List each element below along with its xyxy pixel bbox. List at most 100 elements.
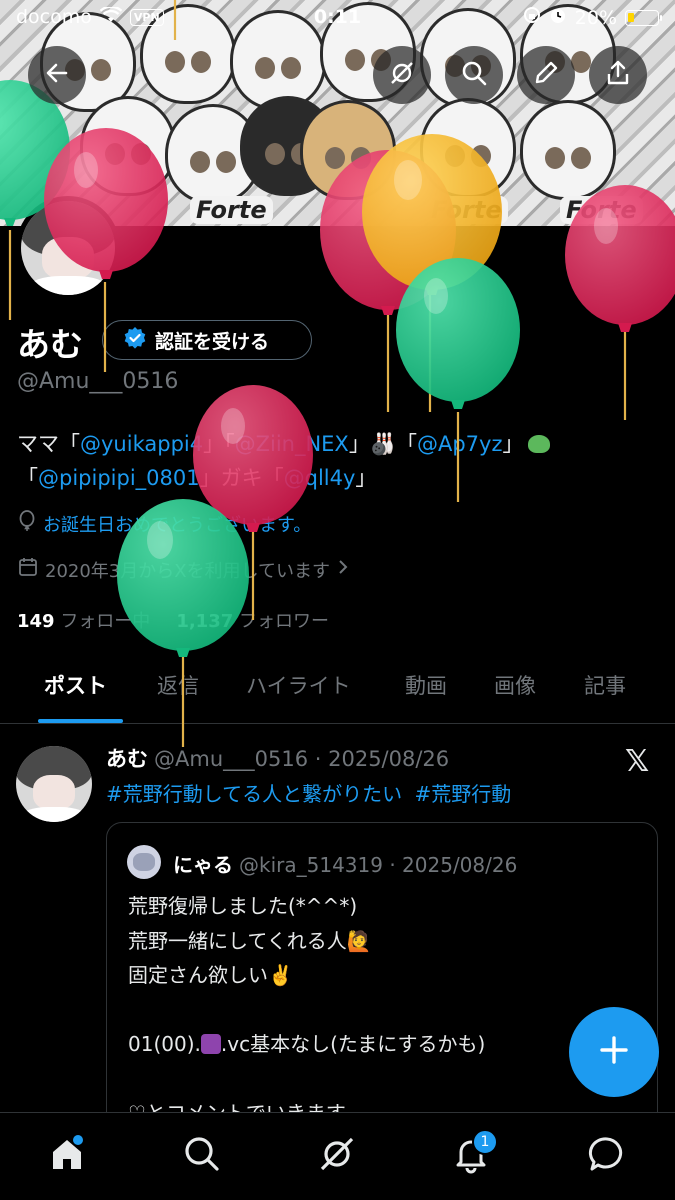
chevron-right-icon — [336, 559, 350, 580]
followers-count: 1,137 — [176, 611, 234, 632]
post-date[interactable]: · 2025/08/26 — [315, 747, 449, 771]
search-icon — [182, 1134, 222, 1178]
banner-logo-text: Forte — [190, 196, 273, 224]
messages-icon — [587, 1134, 627, 1178]
banner-logo-text: Forte — [560, 196, 643, 224]
status-bar: docomo VPN 0:11 20% — [0, 0, 675, 36]
bio-mention-link[interactable]: @Ap7yz — [417, 432, 503, 456]
bio-mention-link[interactable]: @Ziin_NEX — [235, 432, 349, 456]
calendar-icon — [17, 556, 39, 583]
grok-button[interactable] — [373, 46, 431, 104]
tab-articles[interactable]: 記事 — [584, 670, 626, 700]
post-author-handle[interactable]: @Amu___0516 — [154, 747, 308, 771]
balloon-icon — [17, 510, 37, 537]
compose-post-button[interactable] — [569, 1007, 659, 1097]
avatar-shirt — [22, 806, 86, 822]
tab-replies[interactable]: 返信 — [157, 670, 199, 700]
quoted-line: 荒野一緒にしてくれる人🙋 — [128, 928, 372, 953]
profile-tabs: ポスト 返信 ハイライト 動画 画像 記事 — [0, 660, 675, 724]
quoted-header: にゃる @kira_514319 · 2025/08/26 — [173, 849, 517, 878]
tab-highlights[interactable]: ハイライト — [246, 670, 351, 700]
profile-bio: ママ「@yuikappi4」「@Ziin_NEX」🎳「@Ap7yz」 「@pip… — [17, 427, 657, 495]
bio-text: 」 — [203, 432, 225, 456]
active-tab-indicator — [38, 719, 123, 723]
tab-photos[interactable]: 画像 — [494, 670, 536, 700]
tab-posts[interactable]: ポスト — [44, 670, 107, 700]
grok-icon — [388, 59, 416, 91]
new-posts-dot — [73, 1135, 83, 1145]
followers-label: フォロワー — [238, 611, 329, 632]
followers-link[interactable]: 1,137 フォロワー — [176, 607, 329, 633]
battery-percent: 20% — [574, 6, 617, 29]
quoted-line: 荒野復帰しました(*^^*) — [128, 894, 358, 918]
post-author-name[interactable]: あむ — [106, 747, 148, 771]
quoted-text: 荒野復帰しました(*^^*) 荒野一緒にしてくれる人🙋 固定さん欲しい✌️ 01(0… — [128, 889, 648, 1131]
notifications-badge: 1 — [472, 1129, 498, 1155]
restroom-emoji — [200, 1034, 221, 1054]
quoted-author-name: にゃる — [173, 853, 233, 877]
get-verified-label: 認証を受ける — [155, 330, 270, 353]
bio-text: ママ「 — [17, 432, 80, 456]
follow-stats: 149 フォロー中 1,137 フォロワー — [17, 607, 329, 633]
following-count: 149 — [17, 611, 55, 632]
tab-videos[interactable]: 動画 — [405, 670, 447, 700]
birthday-text: お誕生日おめでとうございます。 — [43, 514, 312, 536]
quoted-blank-line — [128, 993, 648, 1028]
profile-name: あむ — [17, 325, 83, 364]
back-arrow-icon — [44, 60, 70, 90]
banner-character — [520, 100, 616, 200]
joined-text: 2020年3月からXを利用しています — [45, 560, 331, 582]
bio-text: 」 — [355, 466, 377, 490]
nav-messages[interactable] — [582, 1131, 632, 1181]
nav-grok[interactable] — [312, 1131, 362, 1181]
quoted-post[interactable]: にゃる @kira_514319 · 2025/08/26 荒野復帰しました(*^… — [106, 822, 658, 1142]
banner-logo-text: Forte — [425, 196, 508, 224]
post-hashtags[interactable]: #荒野行動してる人と繋がりたい #荒野行動 — [106, 778, 511, 807]
avatar-shirt — [28, 276, 108, 295]
bio-text: 」 — [502, 432, 524, 456]
alarm-icon — [549, 6, 567, 29]
quoted-avatar — [127, 845, 161, 879]
edit-button[interactable] — [517, 46, 575, 104]
search-button[interactable] — [445, 46, 503, 104]
nav-home[interactable] — [42, 1131, 92, 1181]
bio-mention-link[interactable]: @yuikappi4 — [80, 432, 203, 456]
bio-line-2: 「@pipipipi_0801」ガキ「@qll4y」 — [17, 461, 657, 495]
bio-text: 「 — [17, 466, 38, 490]
battery-icon — [625, 9, 662, 26]
share-button[interactable] — [589, 46, 647, 104]
bio-text: 「 — [224, 432, 235, 456]
quoted-author-handle: @kira_514319 — [239, 853, 383, 877]
plus-icon — [597, 1033, 631, 1071]
banner-character — [420, 98, 516, 198]
joined-row[interactable]: 2020年3月からXを利用しています — [17, 556, 350, 583]
profile-handle: @Amu___0516 — [17, 369, 179, 394]
status-right: 20% — [523, 6, 662, 29]
get-verified-button[interactable]: 認証を受ける — [102, 320, 312, 360]
following-label: フォロー中 — [60, 611, 151, 632]
nav-search[interactable] — [177, 1131, 227, 1181]
balloon — [396, 258, 520, 409]
avatar-face — [32, 774, 76, 810]
bottom-navigation: 1 — [0, 1112, 675, 1200]
following-link[interactable]: 149 フォロー中 — [17, 607, 150, 633]
post-header: あむ @Amu___0516 · 2025/08/26 — [106, 743, 449, 773]
frog-emoji — [527, 435, 550, 453]
banner-character — [300, 100, 396, 200]
nav-notifications[interactable]: 1 — [446, 1129, 498, 1181]
bio-mention-link[interactable]: @qll4y — [284, 466, 356, 490]
bio-line-1: ママ「@yuikappi4」「@Ziin_NEX」🎳「@Ap7yz」 — [17, 427, 657, 461]
profile-avatar[interactable] — [16, 196, 120, 300]
grok-icon — [317, 1134, 357, 1178]
edit-icon — [532, 59, 560, 91]
birthday-row: お誕生日おめでとうございます。 — [17, 510, 311, 537]
post-avatar[interactable] — [16, 746, 92, 822]
x-logo-icon: 𝕏 — [625, 744, 650, 779]
avatar-face — [41, 236, 95, 280]
share-icon — [604, 59, 632, 91]
quoted-line: 固定さん欲しい✌️ — [128, 963, 293, 987]
back-button[interactable] — [28, 46, 86, 104]
verified-badge-icon — [123, 326, 147, 355]
bio-mention-link[interactable]: @pipipipi_0801 — [38, 466, 200, 490]
